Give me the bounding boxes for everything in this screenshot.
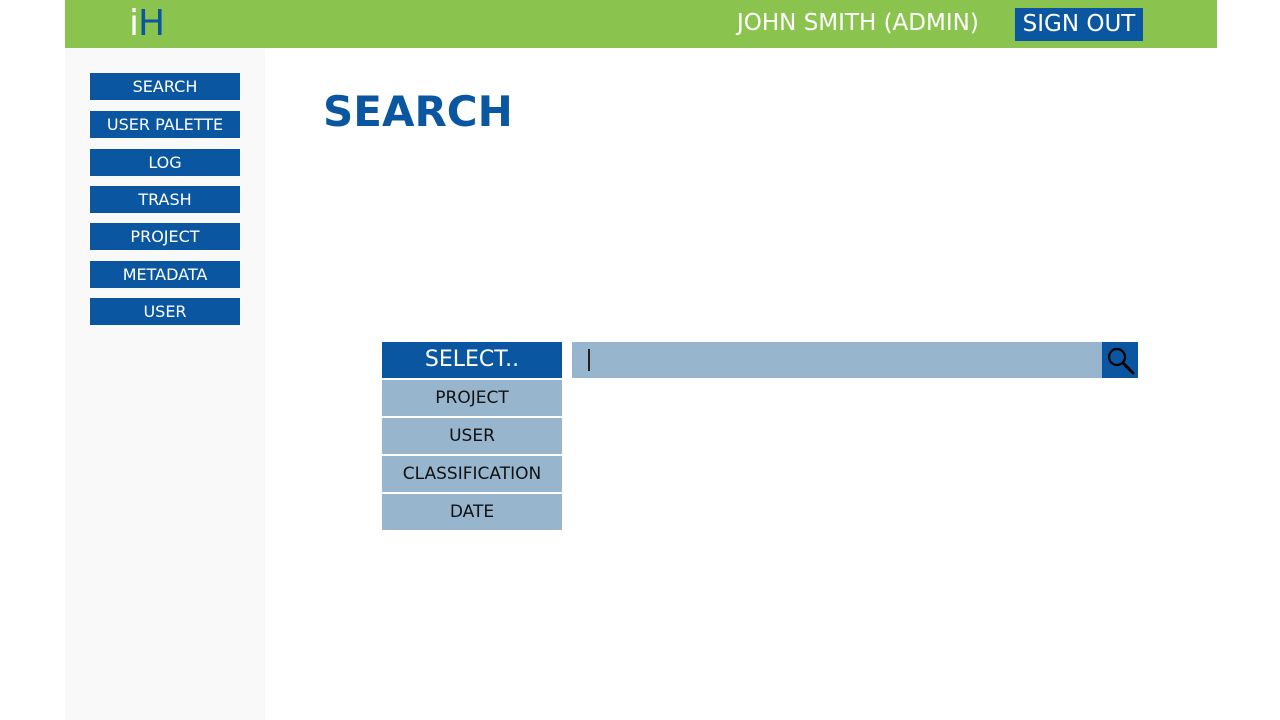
select-option-user[interactable]: USER	[382, 418, 562, 454]
app-logo[interactable]: iH	[129, 3, 165, 45]
magnifier-icon	[1107, 347, 1135, 375]
category-select[interactable]: SELECT..	[382, 342, 562, 378]
search-button[interactable]	[1102, 342, 1138, 378]
search-input[interactable]	[572, 342, 1102, 378]
sidebar-item-user-palette[interactable]: USER PALETTE	[90, 111, 240, 138]
page-title: SEARCH	[323, 87, 513, 136]
search-bar	[572, 342, 1102, 378]
logo-letter-h: H	[138, 3, 165, 44]
sidebar-item-trash[interactable]: TRASH	[90, 186, 240, 213]
sidebar-item-user[interactable]: USER	[90, 298, 240, 325]
sidebar: SEARCH USER PALETTE LOG TRASH PROJECT ME…	[65, 48, 265, 720]
text-caret	[588, 349, 590, 371]
sign-out-button[interactable]: SIGN OUT	[1015, 8, 1143, 41]
logo-letter-i: i	[129, 3, 139, 44]
app-page: iH JOHN SMITH (ADMIN) SIGN OUT SEARCH US…	[0, 0, 1280, 720]
select-option-date[interactable]: DATE	[382, 494, 562, 530]
sidebar-item-log[interactable]: LOG	[90, 149, 240, 176]
select-option-classification[interactable]: CLASSIFICATION	[382, 456, 562, 492]
select-option-project[interactable]: PROJECT	[382, 380, 562, 416]
sidebar-item-metadata[interactable]: METADATA	[90, 261, 240, 288]
top-header: iH JOHN SMITH (ADMIN) SIGN OUT	[65, 0, 1217, 48]
sidebar-item-search[interactable]: SEARCH	[90, 73, 240, 100]
sidebar-item-project[interactable]: PROJECT	[90, 223, 240, 250]
current-user-label: JOHN SMITH (ADMIN)	[737, 10, 979, 36]
